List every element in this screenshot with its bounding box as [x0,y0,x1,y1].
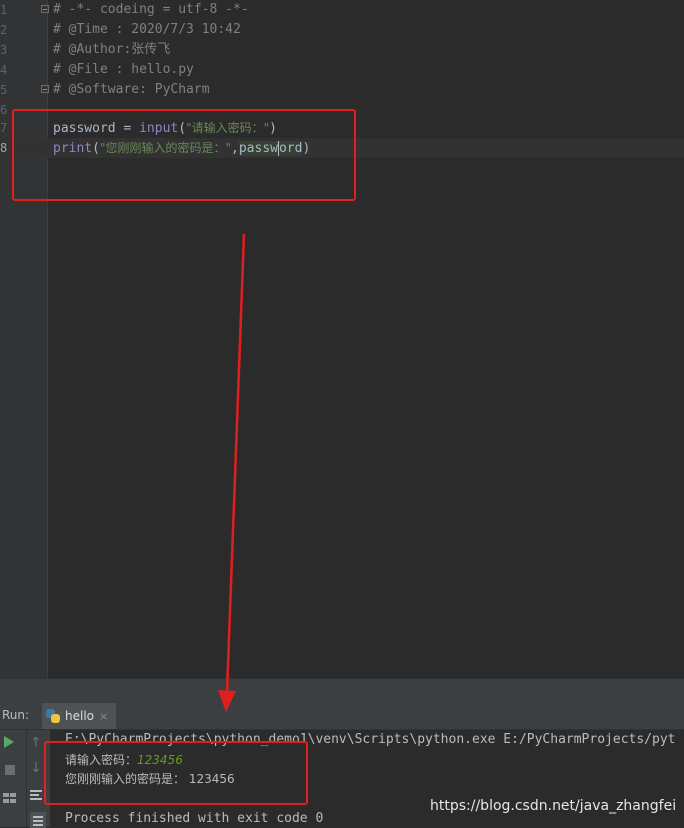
code-text: # @File : hello.py [53,62,194,77]
toolbar-separator [26,730,27,827]
scroll-to-end-icon[interactable] [30,812,46,828]
code-line-2[interactable]: 2 # @Time : 2020/7/3 10:42 [0,20,684,40]
code-line-5[interactable]: 5 # @Software: PyCharm [0,80,684,100]
run-label: Run: [2,708,30,722]
code-line-3[interactable]: 3 # @Author:张传飞 [0,40,684,60]
line-number: 6 [0,103,8,117]
line-number: 1 [0,3,8,17]
code-text: # @Author:张传飞 [53,42,171,57]
watermark-text: https://blog.csdn.net/java_zhangfei [430,798,677,814]
code-text: # @Time : 2020/7/3 10:42 [53,22,241,37]
close-icon[interactable]: × [99,710,108,723]
console-exit-line: Process finished with exit code 0 [65,811,324,826]
annotation-box-code [12,109,356,201]
soft-wrap-icon[interactable] [30,788,44,802]
line-number: 7 [0,121,8,135]
code-text: # -*- codeing = utf-8 -*- [53,2,249,17]
code-text: # @Software: PyCharm [53,82,210,97]
line-number: 4 [0,63,8,77]
play-icon[interactable] [4,736,14,748]
stop-icon[interactable] [5,765,15,775]
run-tool-window-header: Run: hello × [0,703,684,730]
layout-icon[interactable] [3,793,17,803]
code-editor[interactable]: 1 # -*- codeing = utf-8 -*- 2 # @Time : … [0,0,684,678]
code-line-4[interactable]: 4 # @File : hello.py [0,60,684,80]
line-number: 2 [0,23,8,37]
fold-end-marker-icon[interactable] [41,85,49,93]
python-icon [46,709,60,723]
fold-marker-icon[interactable] [41,5,49,13]
run-tab-hello[interactable]: hello × [42,703,117,729]
run-toolbar: ↑ ↓ [0,730,50,828]
annotation-box-console [44,741,308,805]
line-number: 8 [0,141,8,155]
line-number: 3 [0,43,8,57]
code-line-1[interactable]: 1 # -*- codeing = utf-8 -*- [0,0,684,20]
panel-divider[interactable] [0,678,684,704]
line-number: 5 [0,83,8,97]
run-tab-label: hello [65,709,94,723]
